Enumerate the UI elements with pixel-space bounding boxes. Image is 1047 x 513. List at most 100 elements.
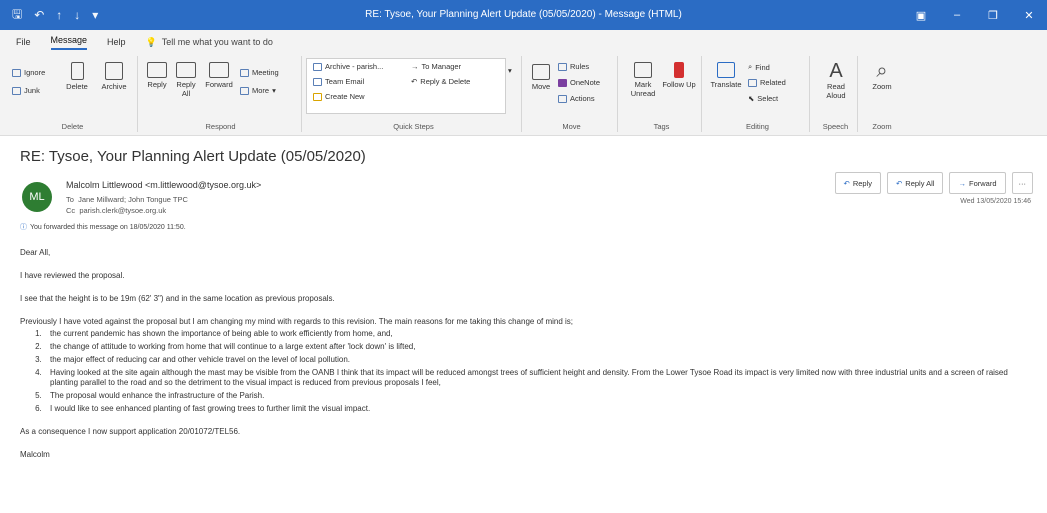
flag-icon	[674, 62, 684, 78]
actions-button[interactable]: Actions	[558, 94, 595, 103]
maximize-button[interactable]: ❐	[975, 9, 1011, 22]
tags-group-label: Tags	[653, 122, 670, 131]
onenote-label: OneNote	[570, 78, 601, 87]
speech-group-label: Speech	[822, 122, 849, 131]
rules-button[interactable]: Rules	[558, 62, 589, 71]
reply-ribbon-button[interactable]: Reply	[142, 62, 172, 89]
zoom-label: Zoom	[872, 82, 892, 91]
archive-button[interactable]: Archive	[96, 62, 132, 91]
tell-me-search[interactable]: 💡 Tell me what you want to do	[146, 37, 273, 48]
more-respond-label: More	[252, 86, 270, 95]
magnifier-icon: ⌕	[876, 60, 888, 82]
reply-icon	[147, 62, 167, 78]
move-button[interactable]: Move	[528, 64, 554, 91]
move-group: Move Rules OneNote Actions Move	[526, 56, 618, 132]
mark-unread-button[interactable]: Mark Unread	[626, 62, 660, 98]
chevron-down-icon: ▾	[272, 86, 276, 95]
ignore-button[interactable]: Ignore	[12, 68, 45, 77]
forward-button[interactable]: → Forward	[949, 172, 1006, 194]
to-recipients[interactable]: Jane Millward; John Tongue TPC	[78, 195, 188, 204]
reply-all-ribbon-button[interactable]: Reply All	[172, 62, 200, 98]
related-button[interactable]: Related	[748, 78, 786, 87]
translate-button[interactable]: Translate	[708, 62, 744, 89]
quick-steps-group: Archive - parish... Team Email Create Ne…	[306, 56, 522, 132]
to-label: To	[66, 195, 74, 204]
meeting-label: Meeting	[252, 68, 279, 77]
reply-all-button[interactable]: ↶ Reply All	[887, 172, 944, 194]
chevron-down-icon: ▾	[508, 66, 512, 75]
paragraph: Previously I have voted against the prop…	[20, 317, 574, 326]
more-icon	[240, 86, 249, 95]
forward-icon: →	[958, 178, 966, 188]
reply-all-icon: ↶	[896, 178, 903, 188]
minimize-button[interactable]: –	[939, 9, 975, 21]
title-bar: 🖫 ↶ ↑ ↓ ▾ RE: Tysoe, Your Planning Alert…	[0, 0, 1047, 30]
zoom-button[interactable]: ⌕ Zoom	[866, 60, 898, 91]
move-group-label: Move	[562, 122, 581, 131]
quick-steps-label: Quick Steps	[393, 122, 434, 131]
quick-step-archive[interactable]: Archive - parish...	[313, 62, 383, 71]
related-icon	[748, 78, 757, 87]
junk-icon	[12, 86, 21, 95]
respond-group-label: Respond	[205, 122, 236, 131]
delete-button[interactable]: Delete	[60, 62, 94, 91]
lightning-icon	[313, 92, 322, 101]
lightbulb-icon: 💡	[145, 36, 157, 47]
junk-button[interactable]: Junk	[12, 86, 40, 95]
delete-group: Ignore Junk Delete Archive Delete	[8, 56, 138, 132]
forward-ribbon-button[interactable]: Forward	[202, 62, 236, 89]
quick-step-team-email[interactable]: Team Email	[313, 77, 364, 86]
avatar[interactable]: ML	[22, 182, 52, 212]
quick-step-team-email-label: Team Email	[325, 77, 365, 86]
meeting-button[interactable]: Meeting	[240, 68, 279, 77]
paragraph: I see that the height is to be 19m (62' …	[20, 294, 335, 303]
zoom-group: ⌕ Zoom Zoom	[862, 56, 902, 132]
more-respond-button[interactable]: More ▾	[240, 86, 276, 95]
cc-recipients[interactable]: parish.clerk@tysoe.org.uk	[79, 206, 166, 215]
tab-help[interactable]: Help	[107, 37, 126, 47]
reply-delete-icon: ↶	[411, 77, 418, 86]
tab-file[interactable]: File	[16, 37, 31, 47]
respond-group: Reply Reply All Forward Meeting More ▾ Re…	[140, 56, 302, 132]
reply-icon: ↶	[843, 178, 850, 188]
reply-all-icon	[176, 62, 196, 78]
message-subject: RE: Tysoe, Your Planning Alert Update (0…	[20, 148, 366, 165]
ignore-label: Ignore	[24, 68, 46, 77]
actions-icon	[558, 94, 567, 103]
follow-up-button[interactable]: Follow Up	[662, 62, 696, 89]
more-actions-button[interactable]: ···	[1011, 172, 1033, 194]
related-label: Related	[760, 78, 786, 87]
close-button[interactable]: ✕	[1011, 9, 1047, 22]
tags-group: Mark Unread Follow Up Tags	[622, 56, 702, 132]
reasons-list: the current pandemic has shown the impor…	[44, 329, 1030, 414]
reply-button[interactable]: ↶ Reply	[834, 172, 881, 194]
quick-step-reply-delete[interactable]: ↶ Reply & Delete	[411, 77, 470, 86]
sender[interactable]: Malcolm Littlewood <m.littlewood@tysoe.o…	[66, 180, 261, 190]
quick-steps-gallery: Archive - parish... Team Email Create Ne…	[306, 58, 506, 114]
junk-label: Junk	[24, 86, 40, 95]
move-label: Move	[531, 82, 551, 91]
reply-label: Reply	[852, 178, 872, 188]
quick-step-create-new[interactable]: Create New	[313, 92, 365, 101]
reply-all-label: Reply All	[905, 178, 935, 188]
list-item: The proposal would enhance the infrastru…	[44, 391, 1030, 401]
ribbon-display-icon[interactable]: ▣	[903, 9, 939, 22]
message-date: Wed 13/05/2020 15:46	[960, 198, 1031, 205]
mark-unread-label: Mark Unread	[630, 80, 656, 98]
quick-steps-scroll[interactable]: ▾	[508, 66, 512, 75]
quick-step-archive-label: Archive - parish...	[325, 62, 384, 71]
rules-icon	[558, 62, 567, 71]
find-button[interactable]: ⌕ Find	[748, 62, 770, 72]
select-button[interactable]: ⬉ Select	[748, 94, 778, 103]
archive-quick-icon	[313, 62, 322, 71]
cc-label: Cc	[66, 206, 76, 215]
read-aloud-button[interactable]: A Read Aloud	[818, 60, 854, 100]
onenote-button[interactable]: OneNote	[558, 78, 600, 87]
message-body: Dear All, I have reviewed the proposal. …	[20, 248, 1030, 473]
tab-message[interactable]: Message	[50, 35, 88, 50]
envelope-icon	[634, 62, 652, 78]
quick-step-to-manager[interactable]: → To Manager	[411, 62, 461, 71]
forwarded-info: ⓘ You forwarded this message on 18/05/202…	[20, 222, 186, 232]
list-item: Having looked at the site again although…	[44, 368, 1030, 388]
onenote-icon	[558, 78, 567, 87]
